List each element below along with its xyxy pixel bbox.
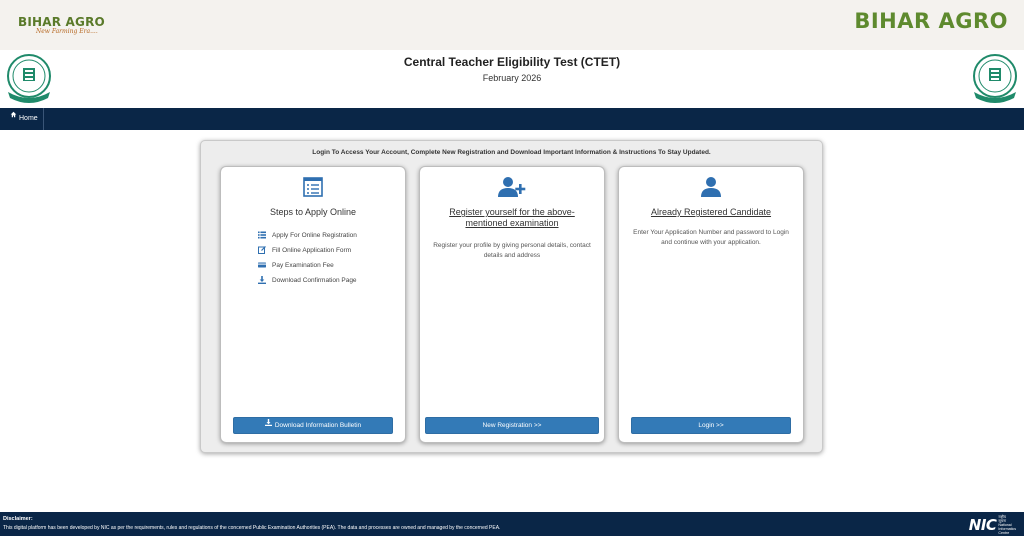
list-item: Download Confirmation Page xyxy=(258,273,357,288)
edit-form-icon xyxy=(258,245,272,256)
download-icon xyxy=(258,275,272,286)
download-icon xyxy=(264,417,272,432)
page-header: Central Teacher Eligibility Test (CTET) … xyxy=(0,50,1024,108)
download-bulletin-button[interactable]: Download Information Bulletin xyxy=(233,417,393,434)
disclaimer-heading: Disclaimer: xyxy=(3,516,33,522)
brand-name-right: BIHAR AGRO xyxy=(854,9,1008,33)
brand-name-left: BIHAR AGRO xyxy=(18,15,105,29)
brand-strip: BIHAR AGRO New Farming Era.... BIHAR AGR… xyxy=(0,0,1024,50)
panel-message: Login To Access Your Account, Complete N… xyxy=(312,149,711,156)
login-button[interactable]: Login >> xyxy=(631,417,791,434)
nav-home-label: Home xyxy=(19,115,38,122)
login-card-title[interactable]: Already Registered Candidate xyxy=(629,207,793,218)
list-icon xyxy=(258,231,272,241)
list-item: Fill Online Application Form xyxy=(258,243,357,258)
brand-tagline: New Farming Era.... xyxy=(36,28,98,35)
register-card: Register yourself for the above-mentione… xyxy=(419,166,605,443)
user-plus-icon xyxy=(498,177,526,202)
login-card: Already Registered Candidate Enter Your … xyxy=(618,166,804,443)
main-panel: Login To Access Your Account, Complete N… xyxy=(200,140,823,453)
new-registration-button[interactable]: New Registration >> xyxy=(425,417,599,434)
payment-icon xyxy=(258,261,272,271)
steps-card: Steps to Apply Online Apply For Online R… xyxy=(220,166,406,443)
nav-home-link[interactable]: Home xyxy=(0,108,44,130)
list-item: Pay Examination Fee xyxy=(258,258,357,273)
list-document-icon xyxy=(302,177,324,202)
register-card-title[interactable]: Register yourself for the above-mentione… xyxy=(430,207,594,229)
list-item: Apply For Online Registration xyxy=(258,228,357,243)
register-card-description: Register your profile by giving personal… xyxy=(433,242,591,259)
steps-card-title: Steps to Apply Online xyxy=(269,207,357,217)
top-navbar: Home xyxy=(0,108,1024,130)
home-icon xyxy=(10,106,17,128)
user-icon xyxy=(701,177,721,202)
page-title: Central Teacher Eligibility Test (CTET) xyxy=(403,55,621,69)
page-subtitle: February 2026 xyxy=(482,73,542,83)
steps-list: Apply For Online Registration Fill Onlin… xyxy=(258,228,357,288)
login-card-description: Enter Your Application Number and passwo… xyxy=(633,229,789,246)
page-footer: Disclaimer: This digital platform has be… xyxy=(0,512,1024,536)
brand-logo-left[interactable]: BIHAR AGRO New Farming Era.... xyxy=(18,15,105,35)
disclaimer-text: This digital platform has been developed… xyxy=(3,525,501,531)
cbse-emblem-icon xyxy=(970,52,1020,106)
nic-logo: NIC राष्ट्रीय सूचना National Informatics… xyxy=(968,515,1016,535)
